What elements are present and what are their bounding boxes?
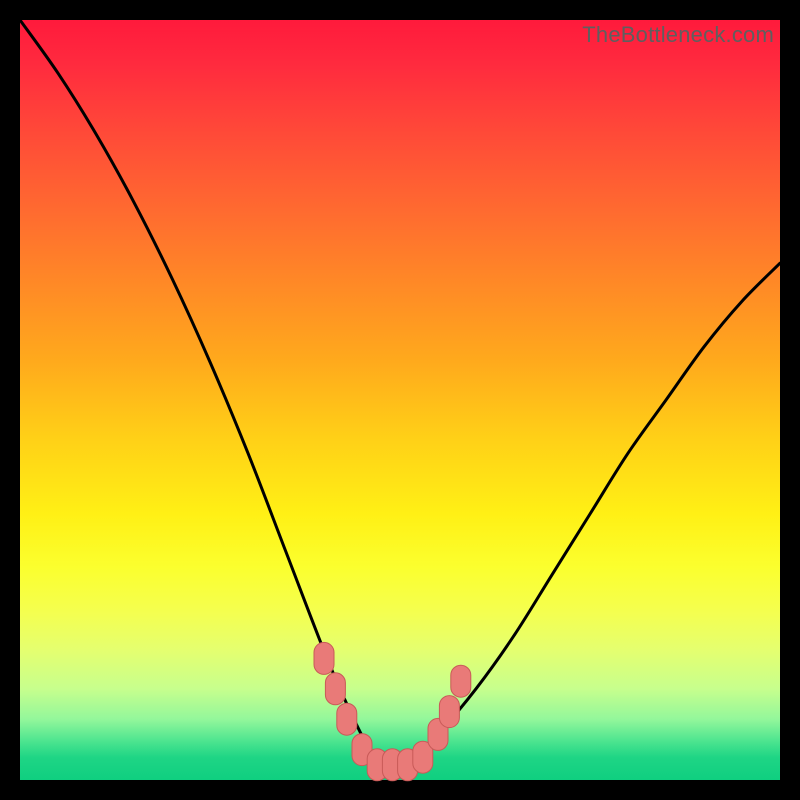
marker (325, 673, 345, 705)
marker (439, 696, 459, 728)
highlight-markers (314, 642, 471, 780)
plot-area: TheBottleneck.com (20, 20, 780, 780)
marker (337, 703, 357, 735)
chart-stage: TheBottleneck.com (0, 0, 800, 800)
bottleneck-curve (20, 20, 780, 766)
curve-svg (20, 20, 780, 780)
marker (451, 665, 471, 697)
marker (314, 642, 334, 674)
